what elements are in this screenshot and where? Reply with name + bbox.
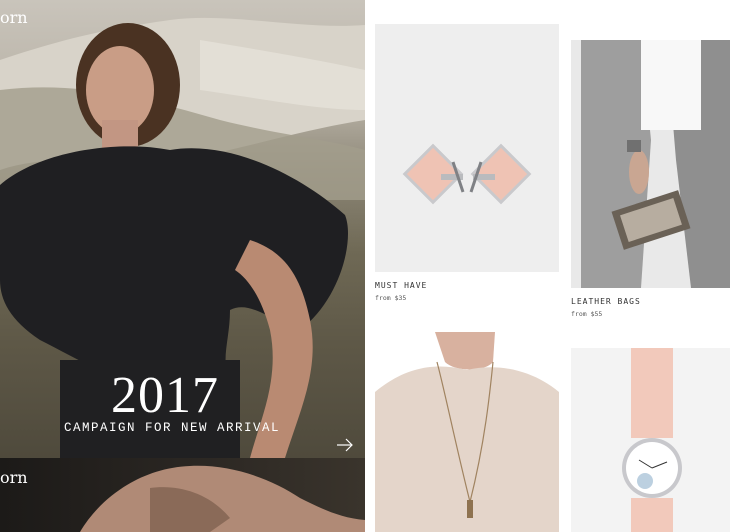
secondary-campaign-tile[interactable]: orn bbox=[0, 458, 365, 532]
watch-illustration bbox=[571, 348, 730, 532]
product-image-top-necklace bbox=[375, 332, 559, 532]
product-image-cufflinks bbox=[375, 24, 559, 272]
hero-campaign-banner[interactable]: orn 2017 CAMPAIGN FOR NEW ARRIVAL bbox=[0, 0, 365, 458]
product-card-watch[interactable] bbox=[571, 348, 730, 532]
clutch-model-illustration bbox=[571, 40, 730, 288]
product-name[interactable]: MUST HAVE bbox=[375, 281, 427, 290]
tile-hand-image bbox=[80, 465, 365, 532]
product-image-clutch bbox=[571, 40, 730, 288]
product-card-must-have[interactable]: MUST HAVE from $35 bbox=[375, 24, 559, 304]
arrow-right-icon[interactable] bbox=[335, 436, 355, 454]
product-card-leather-bags[interactable]: LEATHER BAGS from $55 bbox=[571, 40, 730, 320]
brand-logo[interactable]: orn bbox=[0, 8, 28, 27]
cufflinks-illustration bbox=[402, 143, 532, 205]
brand-logo-secondary[interactable]: orn bbox=[0, 468, 28, 487]
product-image-watch bbox=[571, 348, 730, 532]
product-price: from $55 bbox=[571, 310, 603, 318]
product-card-top-necklace[interactable] bbox=[375, 332, 559, 532]
top-necklace-illustration bbox=[375, 332, 559, 532]
campaign-subtitle: CAMPAIGN FOR NEW ARRIVAL bbox=[64, 421, 281, 435]
campaign-year: 2017 bbox=[111, 367, 219, 424]
product-name[interactable]: LEATHER BAGS bbox=[571, 297, 641, 306]
product-price: from $35 bbox=[375, 294, 407, 302]
